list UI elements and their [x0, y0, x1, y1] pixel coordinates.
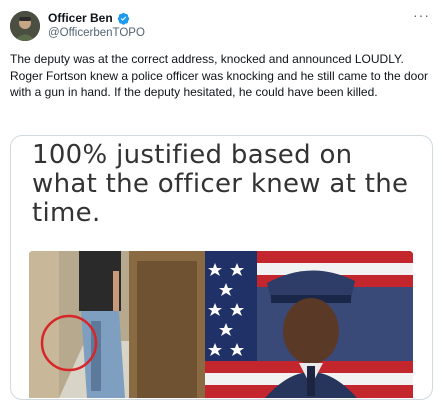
- verified-badge-icon: [117, 12, 129, 25]
- tweet-media[interactable]: 100% justified based on what the officer…: [10, 135, 433, 400]
- media-photos: [29, 251, 413, 398]
- author-avatar[interactable]: [10, 11, 40, 41]
- author-handle[interactable]: @OfficerbenTOPO: [48, 27, 145, 39]
- more-options-icon[interactable]: ···: [413, 7, 430, 23]
- author-display-name[interactable]: Officer Ben: [48, 11, 113, 25]
- author-name-row[interactable]: Officer Ben: [48, 11, 130, 25]
- media-headline: 100% justified based on what the officer…: [32, 140, 409, 228]
- doorway-photo: [29, 251, 205, 398]
- portrait-photo: [205, 251, 413, 398]
- tweet-text: The deputy was at the correct address, k…: [10, 52, 428, 99]
